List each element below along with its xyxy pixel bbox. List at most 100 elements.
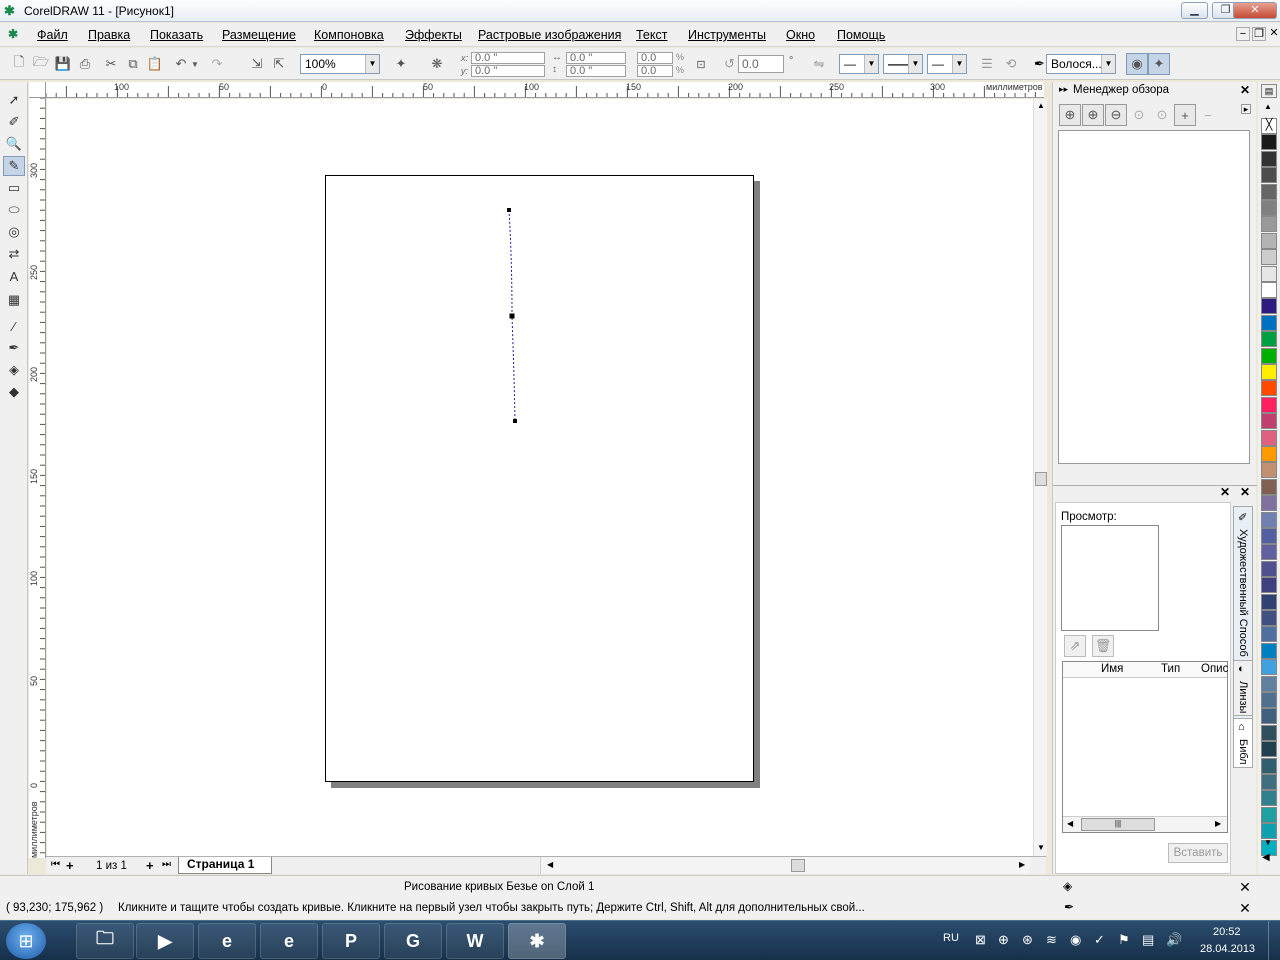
shape-tool-icon[interactable]: ✐ [3, 112, 25, 132]
zoom-preset-icon[interactable]: ⊕ [1059, 104, 1081, 126]
mirror-icon[interactable]: ⇋ [808, 53, 830, 75]
menu-edit[interactable]: Правка [88, 28, 130, 42]
color-swatch[interactable] [1261, 232, 1277, 249]
undo-dropdown-icon[interactable]: ▼ [190, 53, 200, 75]
color-swatch[interactable] [1261, 183, 1277, 200]
folder-icon[interactable]: 🗀 [76, 923, 134, 959]
open-icon[interactable]: 🗁 [30, 53, 52, 75]
close-icon[interactable]: ✕ [1220, 485, 1230, 499]
add-page-after-icon[interactable]: + [146, 858, 154, 873]
export-icon[interactable]: ⇱ [268, 53, 290, 75]
color-swatch[interactable] [1261, 708, 1277, 725]
y-position-field[interactable]: 0.0 " [471, 65, 545, 77]
color-swatch[interactable] [1261, 528, 1277, 544]
view-list[interactable] [1058, 130, 1250, 464]
color-swatch[interactable] [1261, 806, 1277, 823]
color-swatch[interactable] [1261, 364, 1277, 380]
color-swatch[interactable] [1261, 642, 1277, 659]
scroll-down-icon[interactable]: ▼ [1037, 843, 1045, 852]
color-swatch[interactable] [1261, 544, 1277, 561]
color-swatch[interactable] [1261, 774, 1277, 790]
color-swatch[interactable] [1261, 282, 1277, 298]
scroll-thumb[interactable] [791, 859, 805, 872]
color-swatch[interactable] [1261, 692, 1277, 708]
scale-x-field[interactable]: 0.0 [637, 52, 673, 64]
clock-date[interactable]: 28.04.2013 [1200, 943, 1255, 955]
word-icon[interactable]: W [446, 923, 504, 959]
close-button[interactable]: ✕ [1233, 2, 1277, 19]
bezier-tool-icon[interactable]: ✎ [3, 156, 25, 176]
volume-icon[interactable]: 🔊 [1166, 932, 1182, 948]
outline-tool-icon[interactable]: ✒ [3, 338, 25, 358]
text-tool-icon[interactable]: A [3, 266, 25, 286]
pick-tool-icon[interactable]: ➚ [3, 90, 25, 110]
cut-icon[interactable]: ✂ [100, 53, 122, 75]
flag-icon[interactable]: ⚑ [1118, 932, 1130, 948]
auto-close-curve-icon[interactable]: ◉ [1126, 53, 1148, 75]
color-swatch[interactable] [1261, 626, 1277, 643]
media-player-icon[interactable]: ▶ [136, 923, 194, 959]
doc-restore-button[interactable]: ❐ [1252, 27, 1266, 41]
outline-width-select[interactable]: Волося... ▼ [1046, 54, 1116, 74]
menu-view[interactable]: Показать [150, 28, 203, 42]
no-fill-icon[interactable]: ✕ [1232, 879, 1258, 895]
scroll-thumb[interactable]: ||| [1081, 818, 1155, 831]
node-edit-icon[interactable]: ✦ [1148, 53, 1170, 75]
bezier-curve[interactable] [500, 200, 530, 430]
copy-icon[interactable]: ⧉ [122, 53, 144, 75]
color-swatch[interactable] [1261, 823, 1277, 840]
new-icon[interactable]: 🗋 [8, 53, 30, 75]
import-icon[interactable]: ⇲ [246, 53, 268, 75]
start-arrow-select[interactable]: — ▼ [839, 54, 879, 74]
tray-icon[interactable]: ⊠ [975, 932, 986, 948]
ruler-origin[interactable] [29, 82, 46, 98]
internet-explorer-icon[interactable]: e [260, 923, 318, 959]
spiral-tool-icon[interactable]: ◎ [3, 222, 25, 242]
corel-online-icon[interactable]: ❋ [426, 53, 448, 75]
x-position-field[interactable]: 0.0 " [471, 52, 545, 64]
scroll-down-icon[interactable]: ▼ [1264, 838, 1272, 847]
curve-node[interactable] [509, 313, 515, 319]
zoom-out-icon[interactable]: ⊖ [1105, 104, 1127, 126]
column-name[interactable]: Имя [1101, 663, 1123, 675]
fill-tool-icon[interactable]: ◈ [3, 360, 25, 380]
scroll-thumb[interactable] [1035, 472, 1047, 486]
menu-tools[interactable]: Инструменты [688, 28, 766, 42]
clock-time[interactable]: 20:52 [1213, 926, 1241, 938]
color-swatch[interactable] [1261, 478, 1277, 495]
color-swatch[interactable] [1261, 446, 1277, 462]
color-swatch[interactable] [1261, 413, 1277, 430]
remove-view-icon[interactable]: − [1197, 104, 1219, 126]
basic-shapes-tool-icon[interactable]: ⇄ [3, 244, 25, 264]
curve-node[interactable] [507, 208, 511, 212]
last-page-icon[interactable]: ⏭ [162, 859, 171, 870]
color-swatch[interactable] [1261, 675, 1277, 692]
color-swatch[interactable] [1261, 724, 1277, 741]
rotation-field[interactable]: 0.0 [738, 55, 784, 73]
scroll-left-icon[interactable]: ◀ [1067, 819, 1073, 828]
start-button[interactable]: ⊞ [6, 923, 46, 959]
color-swatch[interactable] [1261, 429, 1277, 446]
color-swatch[interactable] [1261, 216, 1277, 233]
menu-bitmaps[interactable]: Растровые изображения [478, 28, 621, 42]
tab-lenses[interactable]: ◐ Линзы [1233, 660, 1253, 716]
first-page-icon[interactable]: ⏮ [51, 859, 60, 870]
tab-page-1[interactable]: Страница 1 [178, 857, 272, 874]
menu-arrange[interactable]: Компоновка [314, 28, 384, 42]
print-icon[interactable]: ⎙ [74, 53, 96, 75]
color-swatch[interactable] [1261, 511, 1277, 528]
save-stroke-icon[interactable]: ⇗ [1064, 635, 1086, 657]
ellipse-tool-icon[interactable]: ⬭ [3, 200, 25, 220]
menu-window[interactable]: Окно [786, 28, 815, 42]
curve-node[interactable] [513, 419, 517, 423]
zoom-in-icon[interactable]: ⊕ [1082, 104, 1104, 126]
tray-icon[interactable]: ◉ [1070, 932, 1081, 948]
color-swatch[interactable] [1261, 577, 1277, 594]
eyedropper-tool-icon[interactable]: ⁄ [3, 316, 25, 336]
color-swatch[interactable] [1261, 790, 1277, 807]
color-swatch[interactable] [1261, 396, 1277, 413]
redo-icon[interactable]: ↷ [206, 53, 228, 75]
scroll-right-icon[interactable]: ▶ [1215, 819, 1221, 828]
color-swatch[interactable] [1261, 167, 1277, 184]
menu-file[interactable]: Файл [37, 28, 68, 42]
